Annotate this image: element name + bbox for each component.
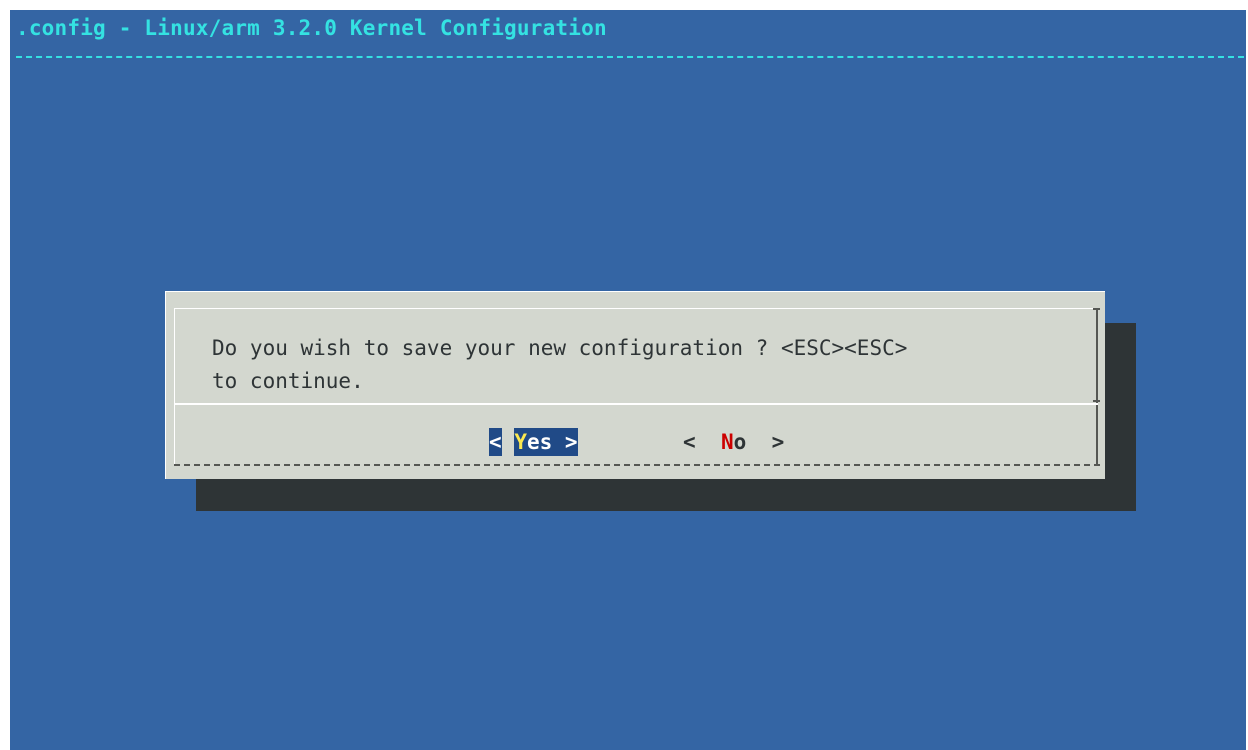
- no-button-close-bracket: >: [771, 430, 785, 454]
- yes-button-open-bracket: <: [489, 428, 502, 456]
- no-button[interactable]: < No >: [683, 428, 784, 456]
- dialog-button-separator: [174, 403, 1098, 405]
- yes-button-label: es: [526, 428, 553, 456]
- dialog-message: Do you wish to save your new configurati…: [212, 332, 1092, 398]
- yes-button-hotkey: Y: [514, 428, 527, 456]
- no-button-hotkey: N: [720, 430, 734, 454]
- title-divider: [16, 56, 1244, 58]
- terminal-screen: .config - Linux/arm 3.2.0 Kernel Configu…: [10, 10, 1246, 750]
- no-button-open-bracket: <: [683, 430, 696, 454]
- dialog-frame-corner: [1093, 308, 1100, 310]
- save-config-dialog: Do you wish to save your new configurati…: [165, 291, 1105, 479]
- window-title: .config - Linux/arm 3.2.0 Kernel Configu…: [16, 16, 607, 40]
- dialog-frame-bottom: [174, 464, 1100, 466]
- yes-button-close-bracket: >: [564, 428, 578, 456]
- yes-button[interactable]: < Yes >: [489, 428, 578, 456]
- dialog-separator-tick: [1093, 400, 1100, 402]
- dialog-message-line1: Do you wish to save your new configurati…: [212, 336, 908, 360]
- no-button-label: o: [733, 430, 747, 454]
- dialog-message-line2: to continue.: [212, 369, 364, 393]
